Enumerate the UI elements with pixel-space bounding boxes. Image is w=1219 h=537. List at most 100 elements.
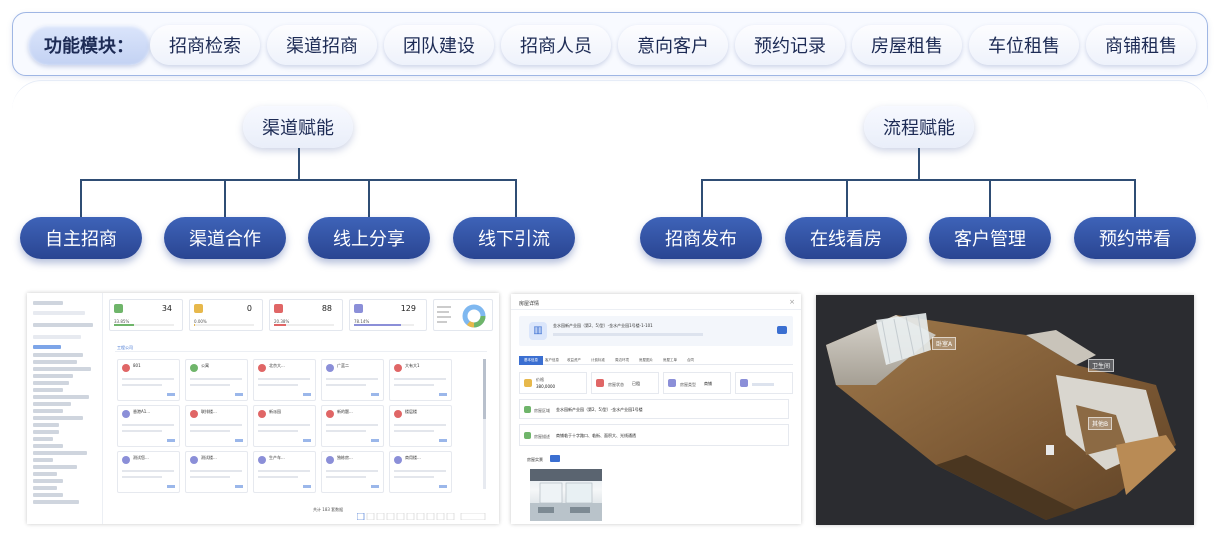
module-button[interactable]: 意向客户	[618, 25, 728, 65]
card-title: 香港A1...	[133, 409, 151, 414]
connector	[701, 179, 703, 217]
stat-value: 0	[246, 304, 252, 313]
card-title: 测试您...	[133, 455, 149, 460]
feature-pill[interactable]: 招商发布	[640, 217, 762, 259]
connector	[846, 179, 848, 217]
card-title: 新的题...	[337, 409, 353, 414]
field-label: 房屋区域	[534, 408, 550, 413]
card-title: 新派园	[269, 409, 281, 414]
property-card[interactable]: 联排楼...	[185, 405, 248, 447]
property-card[interactable]: 楼层楼	[389, 405, 452, 447]
divider	[12, 80, 1208, 110]
stat-card: 88 20.38%	[269, 299, 343, 331]
tab[interactable]: 周边环境	[615, 356, 629, 365]
property-card[interactable]: 公寓	[185, 359, 248, 401]
property-card[interactable]: 生产车...	[253, 451, 316, 493]
module-button[interactable]: 车位租售	[969, 25, 1079, 65]
card-title: 北京大...	[269, 363, 285, 368]
feature-pill[interactable]: 客户管理	[929, 217, 1051, 259]
property-card[interactable]: 测试楼...	[185, 451, 248, 493]
tab[interactable]: 计费标准	[591, 356, 605, 365]
module-button[interactable]: 招商人员	[501, 25, 611, 65]
field-value: 商铺	[704, 381, 712, 386]
field-value: 380,0000	[536, 384, 556, 389]
close-icon[interactable]: ×	[789, 298, 795, 306]
connector	[515, 179, 517, 217]
room-tag[interactable]: 卧室A	[932, 337, 957, 350]
tab[interactable]: 房屋图片	[639, 356, 653, 365]
group-title: 流程赋能	[864, 106, 974, 148]
card-title: 独栋房...	[337, 455, 353, 460]
property-card[interactable]: 北京大...	[253, 359, 316, 401]
tab[interactable]: 客户信息	[545, 356, 559, 365]
stat-card: 34 33.85%	[109, 299, 183, 331]
module-button[interactable]: 团队建设	[384, 25, 494, 65]
property-card[interactable]: 新派园	[253, 405, 316, 447]
field-value: 金水园新产业园（第2、5)型）-金水产业园1号楼	[556, 407, 643, 412]
stat-card: 0 0.00%	[189, 299, 263, 331]
feature-pill[interactable]: 在线看房	[785, 217, 907, 259]
room-tag[interactable]: 卫生间	[1088, 359, 1115, 372]
connector	[80, 179, 517, 181]
module-button[interactable]: 预约记录	[735, 25, 845, 65]
card-title: 生产车...	[269, 455, 285, 460]
tab[interactable]: 合同	[687, 356, 694, 365]
module-button[interactable]: 房屋租售	[852, 25, 962, 65]
video-icon[interactable]	[550, 455, 560, 462]
connector	[368, 179, 370, 217]
pagination[interactable]	[356, 505, 487, 521]
connector	[989, 179, 991, 217]
property-card[interactable]: 大有大1	[389, 359, 452, 401]
house-icon	[354, 304, 363, 313]
property-card[interactable]: 香港A1...	[117, 405, 180, 447]
detail-header: ▥ 金水园新产业园（第2、5)型）-金水产业园1号楼-1-101	[519, 316, 793, 346]
property-card[interactable]: 商用楼...	[389, 451, 452, 493]
floor-model-view[interactable]	[816, 295, 1194, 525]
field-label: 房屋描述	[534, 434, 550, 439]
video-icon[interactable]	[777, 326, 787, 334]
field-value: 商铺临于十字路口、临街、面积大、光线通透	[556, 433, 636, 438]
building-icon: ▥	[529, 322, 547, 340]
screenshot-3d-model[interactable]: 卧室A 卫生间 其他B	[816, 295, 1194, 525]
card-title: 联排楼...	[201, 409, 217, 414]
field-card	[735, 372, 793, 394]
room-tag[interactable]: 其他B	[1088, 417, 1113, 430]
field-value: 已租	[632, 381, 640, 386]
donut-chart	[433, 299, 493, 331]
module-button[interactable]: 渠道招商	[267, 25, 377, 65]
screenshot-property-detail: 房屋详情 × ▥ 金水园新产业园（第2、5)型）-金水产业园1号楼-1-101 …	[511, 294, 801, 524]
room-photo[interactable]	[530, 469, 602, 521]
field-card: 房屋状态 已租	[591, 372, 659, 394]
pagination-total: 共计 183 套数据	[313, 507, 344, 512]
module-button[interactable]: 招商检索	[150, 25, 260, 65]
card-title: 801	[133, 363, 141, 368]
property-card[interactable]: 801	[117, 359, 180, 401]
field-card: 价格 380,0000	[519, 372, 587, 394]
card-title: 测试楼...	[201, 455, 217, 460]
feature-pill[interactable]: 线下引流	[453, 217, 575, 259]
house-icon	[114, 304, 123, 313]
property-card[interactable]: 广蓝二	[321, 359, 384, 401]
tree-sidebar	[27, 293, 103, 524]
field-label: 价格	[536, 377, 544, 382]
connector	[1134, 179, 1136, 217]
feature-pill[interactable]: 线上分享	[308, 217, 430, 259]
tab[interactable]: 基本信息	[519, 356, 543, 365]
property-card[interactable]: 新的题...	[321, 405, 384, 447]
feature-pill[interactable]: 自主招商	[20, 217, 142, 259]
module-button[interactable]: 商铺租售	[1086, 25, 1196, 65]
module-bar: 功能模块： 招商检索 渠道招商 团队建设 招商人员 意向客户 预约记录 房屋租售…	[12, 12, 1208, 76]
dialog-title: 房屋详情	[519, 301, 540, 307]
stat-value: 34	[161, 304, 172, 313]
property-card[interactable]: 独栋房...	[321, 451, 384, 493]
tab[interactable]: 收益资产	[567, 356, 581, 365]
tab[interactable]: 房屋工单	[663, 356, 677, 365]
feature-pill[interactable]: 预约带看	[1074, 217, 1196, 259]
group-title: 渠道赋能	[243, 106, 353, 148]
card-title: 广蓝二	[337, 363, 349, 368]
feature-pill[interactable]: 渠道合作	[164, 217, 286, 259]
card-title: 大有大1	[405, 363, 420, 368]
tab-bar: 基本信息 客户信息 收益资产 计费标准 周边环境 房屋图片 房屋工单 合同	[519, 356, 793, 365]
property-card[interactable]: 测试您...	[117, 451, 180, 493]
connector	[298, 148, 300, 180]
